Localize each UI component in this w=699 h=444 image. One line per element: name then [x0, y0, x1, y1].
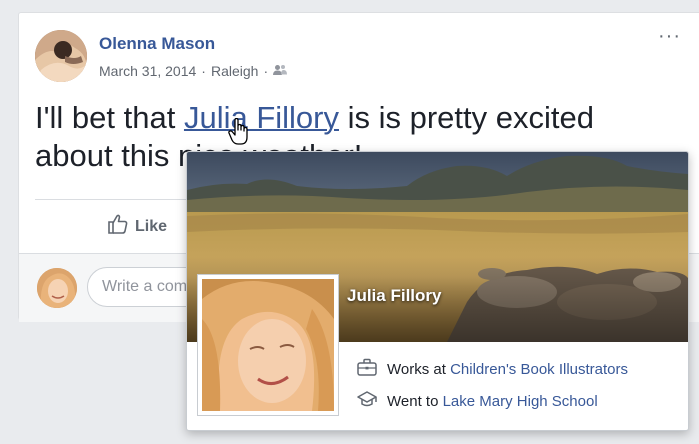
meta-separator: ·: [201, 63, 206, 79]
author-avatar[interactable]: [35, 30, 87, 82]
profile-picture-image: [202, 279, 334, 411]
workplace-link[interactable]: Children's Book Illustrators: [450, 361, 628, 378]
post-location[interactable]: Raleigh: [211, 63, 258, 79]
viewer-avatar: [37, 268, 77, 308]
work-prefix: Works at: [387, 360, 446, 378]
post-text-before: I'll bet that: [35, 100, 184, 135]
author-name[interactable]: Olenna Mason: [99, 34, 215, 54]
briefcase-icon: [357, 358, 377, 380]
graduation-cap-icon: [357, 390, 377, 412]
mention-link[interactable]: Julia Fillory: [184, 100, 339, 135]
like-button[interactable]: Like: [107, 213, 167, 240]
more-options-icon[interactable]: ···: [658, 26, 681, 46]
school-prefix: Went to: [387, 392, 439, 410]
profile-picture[interactable]: [197, 274, 339, 416]
school-link[interactable]: Lake Mary High School: [443, 393, 598, 410]
profile-hover-card: Julia Fillory Works at Children's Book I…: [186, 151, 689, 431]
work-info: Works at Children's Book Illustrators: [357, 358, 628, 380]
post-date[interactable]: March 31, 2014: [99, 63, 196, 79]
post-meta: March 31, 2014 · Raleigh ·: [99, 63, 288, 79]
friends-icon[interactable]: [273, 63, 288, 79]
like-label: Like: [135, 217, 168, 235]
thumbs-up-icon: [107, 213, 129, 240]
profile-name[interactable]: Julia Fillory: [347, 286, 441, 306]
meta-separator: ·: [263, 63, 269, 79]
education-info: Went to Lake Mary High School: [357, 390, 598, 412]
hand-cursor-icon: [228, 117, 250, 151]
